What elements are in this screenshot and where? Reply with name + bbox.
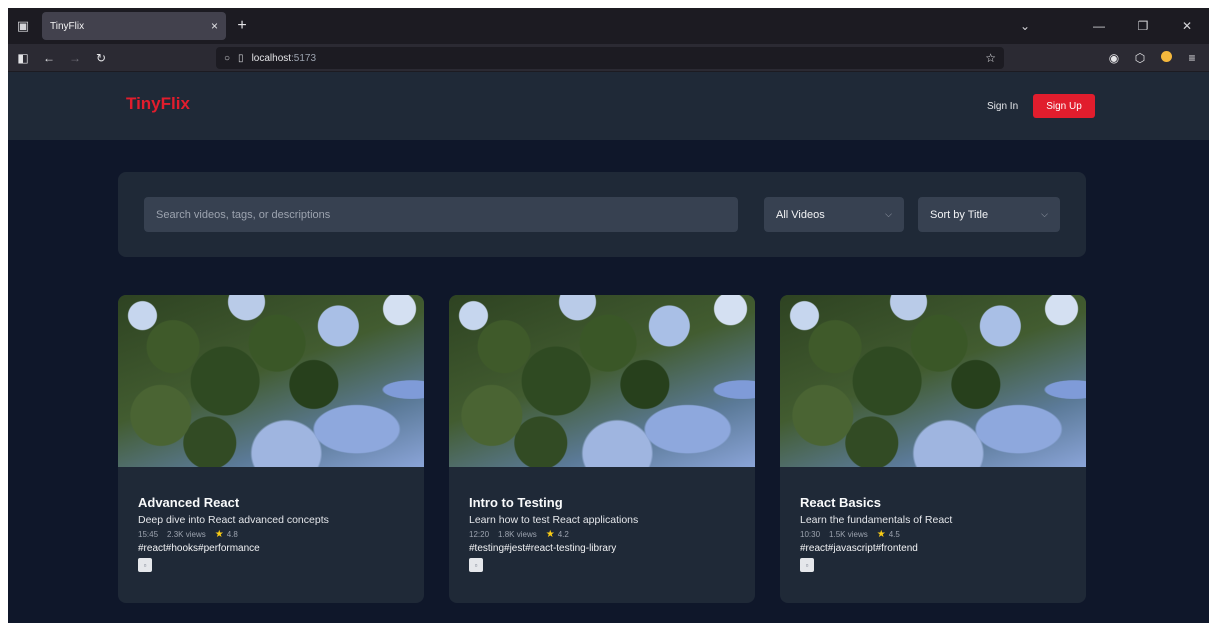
address-bar[interactable]: ○ ▯ localhost:5173 ☆	[216, 47, 1004, 69]
reload-icon[interactable]: ↻	[90, 51, 112, 65]
star-icon: ★	[876, 529, 886, 540]
video-title: Intro to Testing	[469, 495, 563, 510]
minimize-icon[interactable]: —	[1077, 19, 1121, 33]
url-port: :5173	[291, 52, 317, 64]
video-tags: #testing#jest#react-testing-library	[469, 543, 617, 554]
url-host: localhost	[251, 52, 292, 64]
video-tags: #react#hooks#performance	[138, 543, 260, 554]
video-meta: 15:45 2.3K views ★ 4.8	[138, 529, 404, 540]
search-panel: All Videos ⌵ Sort by Title ⌵	[118, 172, 1086, 257]
video-duration: 15:45	[138, 530, 159, 539]
toolbar-icons: ◉ ⬡ ≡	[1101, 44, 1205, 72]
video-action-icon[interactable]: ▫	[469, 558, 483, 572]
tab-bar: ▣ TinyFlix × + ⌄ — ❐ ✕	[8, 8, 1209, 44]
sidebar-toggle-icon[interactable]: ◧	[12, 51, 34, 65]
video-views: 2.3K views	[167, 530, 206, 539]
sort-select[interactable]: Sort by Title ⌵	[918, 197, 1060, 232]
video-thumbnail[interactable]	[780, 295, 1086, 467]
app-header: TinyFlix Sign In Sign Up	[8, 72, 1209, 140]
video-rating: ★ 4.8	[215, 529, 238, 540]
rating-value: 4.2	[557, 530, 569, 539]
sign-in-link[interactable]: Sign In	[987, 101, 1018, 112]
navigation-bar: ◧ ← → ↻ ○ ▯ localhost:5173 ☆ ◉ ⬡ ≡	[8, 44, 1209, 72]
video-description: Learn how to test React applications	[469, 514, 639, 526]
star-icon: ★	[214, 529, 224, 540]
video-filter-select[interactable]: All Videos ⌵	[764, 197, 904, 232]
video-tags: #react#javascript#frontend	[800, 543, 918, 554]
filter-selected-value: All Videos	[776, 208, 825, 221]
menu-icon[interactable]: ≡	[1179, 51, 1205, 65]
video-views: 1.5K views	[829, 530, 868, 539]
chevron-down-icon: ⌵	[885, 209, 892, 219]
video-rating: ★ 4.2	[546, 529, 569, 540]
rating-value: 4.5	[888, 530, 900, 539]
video-title: Advanced React	[138, 495, 240, 510]
video-duration: 12:20	[469, 530, 490, 539]
rating-value: 4.8	[226, 530, 238, 539]
forward-icon[interactable]: →	[64, 51, 86, 65]
video-thumbnail[interactable]	[449, 295, 755, 467]
sign-up-button[interactable]: Sign Up	[1033, 94, 1095, 118]
video-card[interactable]: React Basics Learn the fundamentals of R…	[780, 295, 1086, 603]
video-views: 1.8K views	[498, 530, 537, 539]
new-tab-icon[interactable]: +	[228, 12, 256, 40]
tab-list-icon[interactable]: ▣	[8, 8, 38, 44]
site-logo[interactable]: TinyFlix	[126, 94, 190, 114]
pocket-icon[interactable]: ◉	[1101, 51, 1127, 65]
close-window-icon[interactable]: ✕	[1165, 19, 1209, 33]
extensions-icon[interactable]: ⬡	[1127, 51, 1153, 65]
video-meta: 10:30 1.5K views ★ 4.5	[800, 529, 1066, 540]
browser-tab[interactable]: TinyFlix ×	[42, 12, 226, 40]
video-thumbnail[interactable]	[118, 295, 424, 467]
profile-icon[interactable]	[1153, 51, 1179, 65]
video-card[interactable]: Advanced React Deep dive into React adva…	[118, 295, 424, 603]
maximize-icon[interactable]: ❐	[1121, 19, 1165, 33]
video-action-icon[interactable]: ▫	[800, 558, 814, 572]
video-card[interactable]: Intro to Testing Learn how to test React…	[449, 295, 755, 603]
video-title: React Basics	[800, 495, 881, 510]
video-action-icon[interactable]: ▫	[138, 558, 152, 572]
list-all-tabs-icon[interactable]: ⌄	[1003, 19, 1047, 33]
star-icon: ★	[545, 529, 555, 540]
search-input[interactable]	[144, 197, 738, 232]
video-description: Deep dive into React advanced concepts	[138, 514, 329, 526]
window-controls: ⌄ — ❐ ✕	[1003, 8, 1209, 44]
video-rating: ★ 4.5	[877, 529, 900, 540]
video-meta: 12:20 1.8K views ★ 4.2	[469, 529, 735, 540]
page-icon[interactable]: ▯	[238, 53, 244, 64]
back-icon[interactable]: ←	[38, 51, 60, 65]
tab-title: TinyFlix	[50, 20, 85, 32]
bookmark-star-icon[interactable]: ☆	[985, 51, 996, 65]
sort-selected-value: Sort by Title	[930, 208, 989, 221]
tab-close-icon[interactable]: ×	[211, 19, 218, 33]
shield-icon[interactable]: ○	[224, 53, 230, 64]
video-description: Learn the fundamentals of React	[800, 514, 953, 526]
video-duration: 10:30	[800, 530, 821, 539]
chevron-down-icon: ⌵	[1041, 209, 1048, 219]
